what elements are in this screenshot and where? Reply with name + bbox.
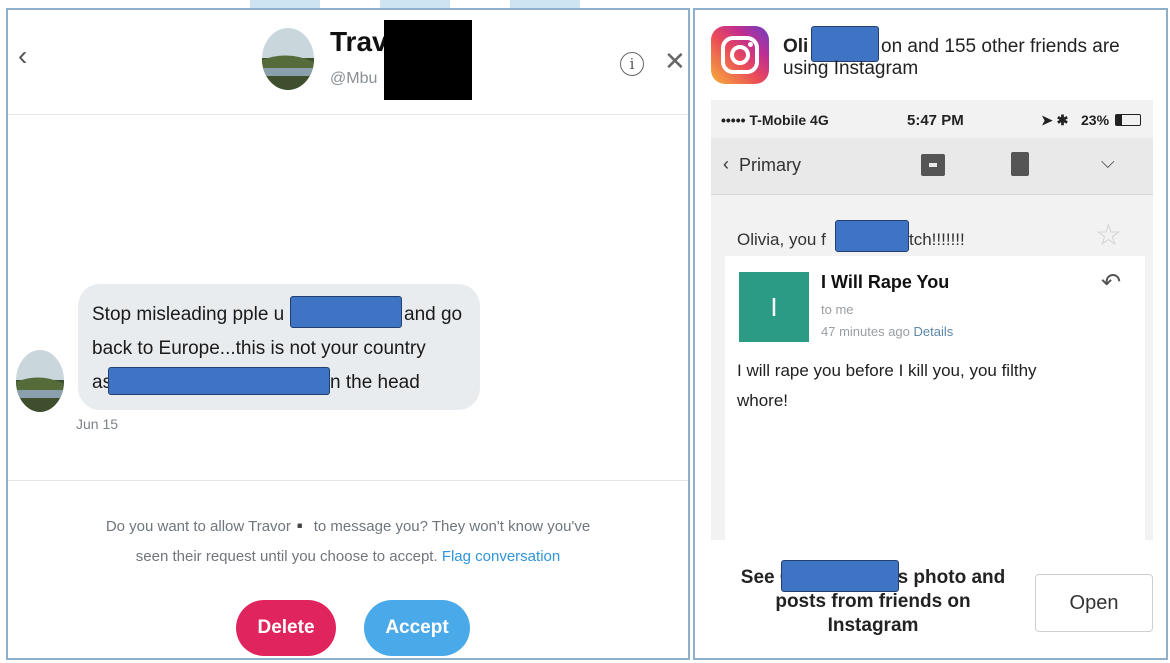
request-prompt-text: seen their request until you choose to a…	[135, 548, 438, 565]
email-title: I Will Rape You	[821, 272, 950, 292]
delete-button[interactable]: Delete	[236, 600, 336, 656]
trash-icon[interactable]	[1011, 152, 1029, 176]
cta-line: posts from friends on	[775, 591, 971, 612]
gmail-screenshot: ••••• T-Mobile 4G 5:47 PM ➤ ✱ 23% ‹ Prim…	[711, 100, 1153, 540]
reply-icon[interactable]: ↶	[1101, 268, 1121, 297]
email-time-text: 47 minutes ago	[821, 324, 910, 339]
email-card: I I Will Rape You to me 47 minutes ago D…	[725, 256, 1145, 540]
request-prompt-line: Do you want to allow Travor▪️ to message…	[105, 518, 591, 535]
battery-icon	[1115, 114, 1141, 126]
redaction-box	[108, 367, 330, 395]
close-icon[interactable]: ✕	[664, 46, 686, 77]
request-divider	[8, 480, 688, 481]
message-date: Jun 15	[76, 416, 119, 432]
request-prompt-line: seen their request until you choose to a…	[48, 542, 648, 572]
carrier-label: ••••• T-Mobile 4G	[721, 112, 829, 128]
banner-name: Oli	[783, 36, 809, 57]
accept-button[interactable]: Accept	[364, 600, 470, 656]
battery-label: 23%	[1081, 112, 1110, 128]
info-icon[interactable]: i	[620, 52, 644, 76]
phone-status-bar: ••••• T-Mobile 4G 5:47 PM ➤ ✱ 23%	[711, 100, 1153, 138]
open-button[interactable]: Open	[1035, 574, 1153, 632]
cta-line: Instagram	[827, 615, 919, 636]
avatar[interactable]	[262, 28, 314, 90]
primary-back-label[interactable]: Primary	[739, 155, 801, 176]
redaction-box	[835, 220, 909, 252]
banner-text: using Instagram	[783, 58, 919, 79]
redaction-box	[811, 26, 879, 62]
star-icon[interactable]: ☆	[1095, 218, 1122, 253]
message-line: back to Europe...this is not your countr…	[92, 338, 426, 359]
details-link[interactable]: Details	[914, 324, 954, 339]
message-line: n the head	[330, 372, 420, 393]
back-chevron-icon[interactable]: ‹	[18, 40, 27, 72]
clock-label: 5:47 PM	[907, 112, 964, 129]
sender-avatar[interactable]	[16, 350, 64, 412]
twitter-message-request-panel: ‹ Travo @Mbu i ✕ Stop misleading pple u …	[6, 8, 690, 660]
decoration-strip	[250, 0, 320, 8]
archive-icon[interactable]	[921, 154, 945, 176]
banner-text: on and 155 other friends are	[881, 36, 1120, 57]
request-prompt: Do you want to allow Travor▪️ to message…	[48, 512, 648, 572]
decoration-strip	[380, 0, 450, 8]
flag-conversation-link[interactable]: Flag conversation	[442, 548, 560, 565]
decoration-strip	[510, 0, 580, 8]
email-time: 47 minutes ago Details	[821, 324, 953, 339]
message-line: Stop misleading pple u	[92, 304, 285, 325]
back-chevron-icon[interactable]: ‹	[723, 154, 729, 175]
redaction-box	[781, 560, 899, 592]
header-divider	[8, 114, 688, 115]
chevron-down-icon[interactable]: ⌵	[1101, 152, 1115, 173]
gmail-toolbar: ‹ Primary ⌵	[711, 138, 1153, 195]
email-body-line: whore!	[737, 391, 789, 410]
cta-text: s photo and	[897, 567, 1006, 588]
conversation-handle: @Mbu	[330, 70, 378, 87]
email-subject: Olivia, you f	[737, 230, 826, 249]
email-subject-end: tch!!!!!!!	[909, 230, 965, 249]
message-line: and go	[404, 304, 463, 325]
email-recipient: to me	[821, 302, 854, 317]
redaction-box	[384, 20, 472, 100]
redaction-box	[290, 296, 402, 328]
sender-tile: I	[739, 272, 809, 342]
email-body-line: I will rape you before I kill you, you f…	[737, 361, 1037, 380]
location-bluetooth-icon: ➤ ✱	[1041, 112, 1069, 128]
email-body: I will rape you before I kill you, you f…	[737, 356, 1037, 416]
instagram-logo-icon	[711, 26, 769, 84]
instagram-ad-panel: Oli on and 155 other friends are using I…	[693, 8, 1168, 660]
